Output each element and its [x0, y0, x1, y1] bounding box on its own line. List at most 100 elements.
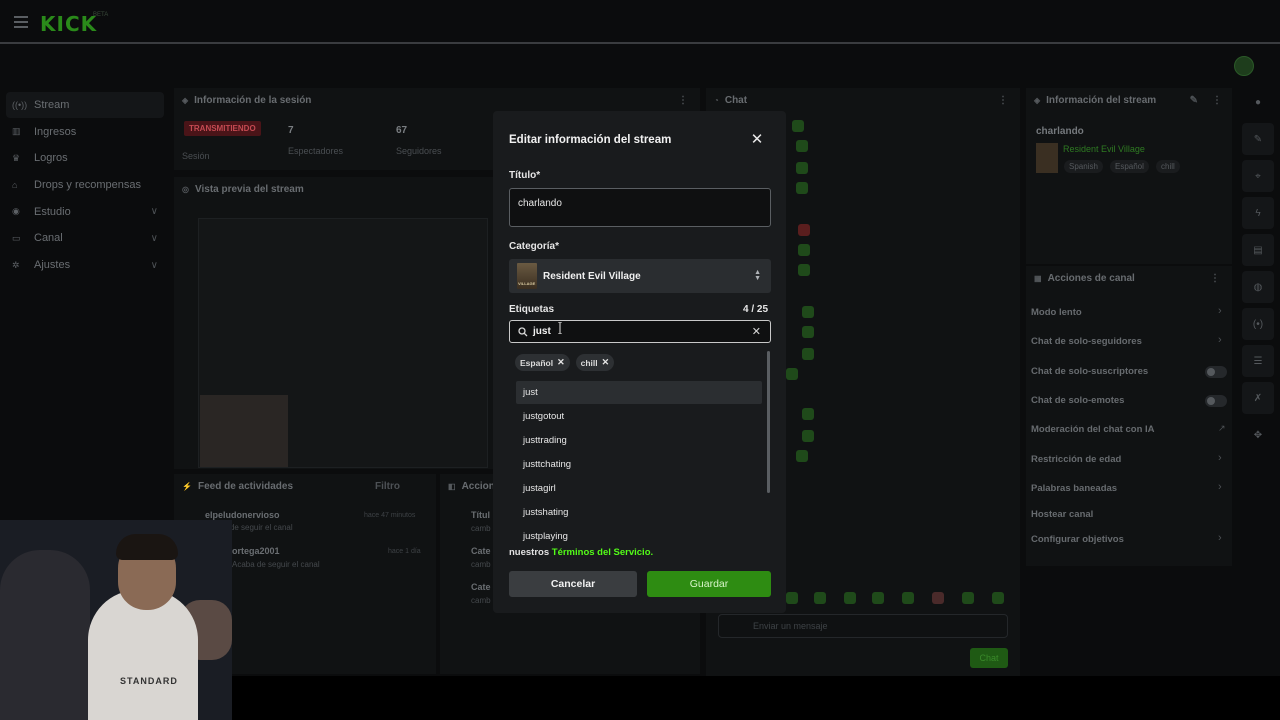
tags-count: 4 / 25 [743, 304, 769, 315]
emote-icon[interactable] [786, 592, 798, 604]
viewers-label: Espectadores [288, 146, 344, 156]
tags-label: Etiquetas [509, 304, 555, 315]
emote-icon[interactable] [814, 592, 826, 604]
save-button[interactable]: Guardar [647, 571, 771, 597]
sidebar-item-ajustes[interactable]: ✲ Ajustes ∨ [6, 252, 164, 278]
tag-option[interactable]: just [516, 381, 762, 404]
chevron-right-icon[interactable]: › [1218, 532, 1222, 544]
emotes-only-toggle[interactable] [1205, 395, 1227, 407]
tag-option[interactable]: justagirl [516, 477, 762, 500]
emote-icon[interactable] [962, 592, 974, 604]
chevron-right-icon[interactable]: › [1218, 452, 1222, 464]
tag-chip-label: chill [580, 357, 598, 368]
panel-title: Accion [461, 480, 495, 492]
remove-tag-icon[interactable]: ✕ [557, 357, 565, 368]
category-select[interactable]: VILLAGE Resident Evil Village ▲ ▼ [509, 259, 771, 293]
more-icon[interactable]: ⋮ [1212, 95, 1222, 106]
chat-icon[interactable]: ◍ [1242, 271, 1274, 303]
tag-search-input[interactable]: just ✕ [509, 320, 771, 343]
title-field[interactable]: charlando [509, 188, 771, 227]
more-icon[interactable]: ⋮ [678, 95, 688, 106]
target-icon[interactable]: ⌖ [1242, 160, 1274, 192]
more-icon[interactable]: ⋮ [998, 95, 1008, 106]
clear-icon[interactable]: ✕ [752, 325, 761, 338]
panel-title: Chat [724, 94, 748, 106]
filter-button[interactable]: Filtro [375, 481, 400, 492]
person-hair [116, 534, 178, 560]
edit-stream-modal: Editar información del stream ✕ Título* … [493, 111, 786, 613]
feed-row-time: hace 1 día [388, 548, 421, 555]
chevron-down-icon: ∨ [150, 232, 158, 244]
wrench-icon[interactable]: ✗ [1242, 382, 1274, 414]
kick-logo[interactable]: KICK [40, 12, 97, 36]
tag-chip: chill ✕ [575, 354, 615, 371]
tag-chip: Español ✕ [515, 354, 570, 371]
emote-icon[interactable] [844, 592, 856, 604]
emote-icon [796, 162, 808, 174]
emote-icon[interactable] [932, 592, 944, 604]
emote-icon [792, 120, 804, 132]
tag-option[interactable]: justtrading [516, 429, 762, 452]
terms-text: nuestros Términos del Servicio. [509, 547, 653, 558]
puzzle-icon[interactable]: ✥ [1242, 419, 1274, 451]
action-age-restriction[interactable]: Restricción de edad [1031, 454, 1121, 465]
sidebar-item-logros[interactable]: ♛ Logros [6, 145, 164, 171]
chevron-right-icon[interactable]: › [1218, 334, 1222, 346]
edit-icon[interactable]: ✎ [1242, 123, 1274, 155]
emote-icon[interactable] [992, 592, 1004, 604]
remove-tag-icon[interactable]: ✕ [602, 357, 610, 368]
emote-icon[interactable] [902, 592, 914, 604]
clipboard-icon[interactable]: ▤ [1242, 234, 1274, 266]
followers-count: 67 [396, 125, 408, 136]
menu-icon[interactable] [14, 16, 28, 31]
emote-icon [802, 430, 814, 442]
action-banned-words[interactable]: Palabras baneadas [1031, 483, 1117, 494]
sidebar-item-canal[interactable]: ▭ Canal ∨ [6, 225, 164, 251]
action-host-channel[interactable]: Hostear canal [1031, 509, 1093, 520]
dropdown-scrollbar[interactable] [767, 351, 770, 493]
info-icon[interactable]: ● [1242, 86, 1274, 118]
external-link-icon[interactable]: ↗ [1218, 423, 1226, 434]
action-subs-only[interactable]: Chat de solo-suscriptores [1031, 366, 1148, 377]
top-bar: KICK BETA [0, 0, 1280, 42]
sidebar-item-estudio[interactable]: ◉ Estudio ∨ [6, 199, 164, 225]
eye-icon: ◎ [182, 184, 189, 194]
bolt-icon[interactable]: ϟ [1242, 197, 1274, 229]
cancel-button[interactable]: Cancelar [509, 571, 637, 597]
sidebar-item-drops[interactable]: ⌂ Drops y recompensas [6, 172, 164, 198]
close-icon[interactable]: ✕ [749, 132, 765, 148]
edit-icon[interactable]: ✎ [1190, 95, 1198, 106]
feed-row-name: ortega2001 [232, 546, 280, 556]
right-rail: ● ✎ ⌖ ϟ ▤ ◍ (•) ☰ ✗ ✥ [1242, 86, 1274, 456]
stream-category[interactable]: Resident Evil Village [1063, 144, 1145, 154]
emote-icon [796, 140, 808, 152]
action-ai-moderation[interactable]: Moderación del chat con IA [1031, 424, 1155, 435]
stream-title: charlando [1036, 126, 1084, 137]
chat-input[interactable]: Enviar un mensaje [718, 614, 1008, 638]
chevron-right-icon[interactable]: › [1218, 481, 1222, 493]
tag-option[interactable]: justtchating [516, 453, 762, 476]
tag-option[interactable]: justplaying [516, 525, 762, 548]
more-icon[interactable]: ⋮ [1210, 273, 1220, 284]
subs-only-toggle[interactable] [1205, 366, 1227, 378]
select-arrows-icon: ▲ ▼ [754, 269, 761, 282]
broadcast-icon[interactable]: (•) [1242, 308, 1274, 340]
list-icon[interactable]: ☰ [1242, 345, 1274, 377]
chat-send-button[interactable]: Chat [970, 648, 1008, 668]
emote-icon[interactable] [872, 592, 884, 604]
emote-icon [802, 306, 814, 318]
user-avatar[interactable] [1234, 56, 1254, 76]
chat-icon: ◔ [714, 95, 719, 105]
chevron-right-icon[interactable]: › [1218, 305, 1222, 317]
tag-option[interactable]: justgotout [516, 405, 762, 428]
tag-option[interactable]: justshating [516, 501, 762, 524]
action-slow-mode[interactable]: Modo lento [1031, 307, 1082, 318]
action-goals[interactable]: Configurar objetivos [1031, 534, 1124, 545]
terms-link[interactable]: Términos del Servicio. [552, 547, 653, 558]
sidebar-item-label: Ajustes [34, 259, 71, 272]
action-emotes-only[interactable]: Chat de solo-emotes [1031, 395, 1124, 406]
sidebar-item-stream[interactable]: ((•)) Stream [6, 92, 164, 118]
title-label: Título* [509, 170, 541, 181]
sidebar-item-ingresos[interactable]: ▥ Ingresos [6, 119, 164, 145]
action-followers-only[interactable]: Chat de solo-seguidores [1031, 336, 1142, 347]
